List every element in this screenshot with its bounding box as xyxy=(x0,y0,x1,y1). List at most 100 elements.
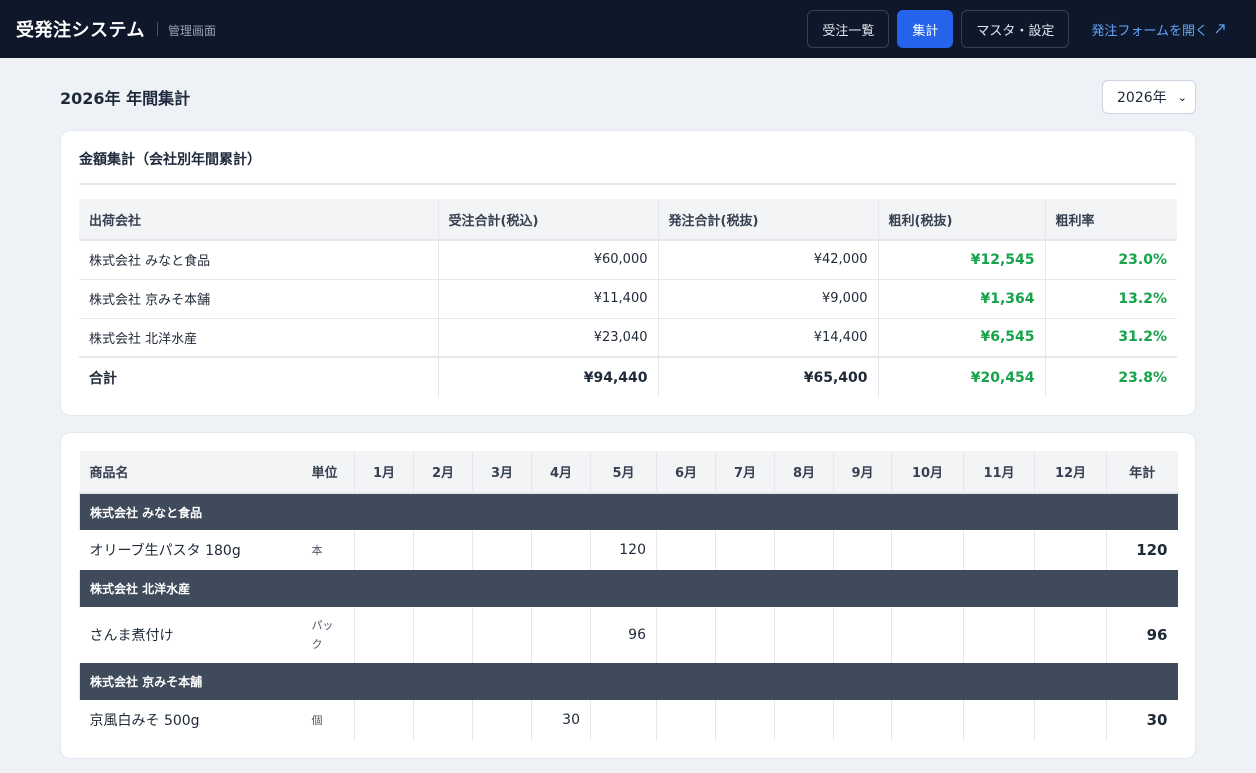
col-header-company: 出荷会社 xyxy=(79,199,438,241)
table-row: オリーブ生パスタ 180g 本 120 120 xyxy=(80,530,1178,570)
total-row: 合計 ¥94,440 ¥65,400 ¥20,454 23.8% xyxy=(79,356,1177,397)
month-quantity-cell xyxy=(354,607,414,663)
table-row: 株式会社 みなと食品 ¥60,000 ¥42,000 ¥12,545 23.0% xyxy=(79,240,1177,280)
app-title: 受発注システム xyxy=(16,20,145,41)
chevron-down-icon: ⌄ xyxy=(1177,90,1187,104)
month-quantity-cell xyxy=(656,700,716,740)
year-total-cell: 120 xyxy=(1106,530,1178,570)
order-form-link[interactable]: 発注フォームを開く xyxy=(1091,20,1226,39)
app-subtitle: 管理画面 xyxy=(167,23,216,38)
month-quantity-cell xyxy=(1034,530,1107,570)
month-quantity-cell xyxy=(413,700,473,740)
month-quantity-cell xyxy=(774,700,834,740)
product-name-cell: 京風白みそ 500g xyxy=(89,713,200,729)
year-total-cell: 30 xyxy=(1106,700,1178,740)
company-group-label: 株式会社 北洋水産 xyxy=(79,570,1178,607)
company-group-row: 株式会社 京みそ本舗 xyxy=(79,663,1178,700)
col-header-month: 12月 xyxy=(1034,451,1107,494)
month-quantity-cell xyxy=(472,700,532,740)
month-quantity-cell: 30 xyxy=(531,700,591,740)
page-title: 2026年 年間集計 xyxy=(60,89,191,108)
col-header-profit: 粗利(税抜) xyxy=(877,199,1045,241)
col-header-sales: 受注合計(税込) xyxy=(437,199,658,241)
company-cell: 株式会社 京みそ本舗 xyxy=(79,279,438,319)
profit-cell: ¥12,545 xyxy=(877,240,1045,280)
month-quantity-cell xyxy=(963,530,1035,570)
total-profit: ¥20,454 xyxy=(877,356,1045,397)
month-quantity-cell xyxy=(963,607,1035,663)
company-group-row: 株式会社 みなと食品 xyxy=(79,493,1178,530)
company-group-row: 株式会社 北洋水産 xyxy=(79,570,1178,607)
page-header: 2026年 年間集計 2026年 ⌄ xyxy=(60,80,1196,114)
sales-cell: ¥60,000 xyxy=(437,240,658,280)
table-header-row: 出荷会社 受注合計(税込) 発注合計(税抜) 粗利(税抜) 粗利率 xyxy=(79,199,1177,241)
purchase-cell: ¥42,000 xyxy=(657,240,878,280)
total-label: 合計 xyxy=(79,356,438,397)
nav-master-button[interactable]: マスタ・設定 xyxy=(961,10,1070,48)
month-quantity-cell xyxy=(891,700,964,740)
table-row: 株式会社 北洋水産 ¥23,040 ¥14,400 ¥6,545 31.2% xyxy=(79,318,1177,358)
month-quantity-cell xyxy=(774,607,834,663)
month-quantity-cell xyxy=(354,700,414,740)
col-header-month: 11月 xyxy=(963,451,1035,494)
month-quantity-cell xyxy=(656,530,716,570)
year-select-value: 2026年 xyxy=(1117,90,1167,106)
purchase-cell: ¥14,400 xyxy=(657,318,878,358)
year-select[interactable]: 2026年 ⌄ xyxy=(1102,80,1196,114)
main-content: 2026年 年間集計 2026年 ⌄ 金額集計（会社別年間累計） 出荷会社 受注… xyxy=(0,58,1256,759)
month-quantity-cell xyxy=(833,700,892,740)
col-header-year-total: 年計 xyxy=(1106,451,1178,494)
company-cell: 株式会社 みなと食品 xyxy=(79,240,438,280)
sales-cell: ¥11,400 xyxy=(437,279,658,319)
col-header-month: 5月 xyxy=(590,451,657,494)
margin-cell: 31.2% xyxy=(1044,318,1177,358)
month-quantity-cell xyxy=(531,607,591,663)
unit-cell: 本 xyxy=(311,543,323,557)
col-header-month: 7月 xyxy=(715,451,775,494)
unit-cell: 個 xyxy=(311,713,323,727)
month-quantity-cell xyxy=(656,607,716,663)
year-total-cell: 96 xyxy=(1106,607,1178,663)
month-quantity-cell xyxy=(413,607,473,663)
amount-summary-table: 出荷会社 受注合計(税込) 発注合計(税抜) 粗利(税抜) 粗利率 株式会社 み… xyxy=(79,199,1177,397)
col-header-product: 商品名 xyxy=(79,451,308,494)
main-nav: 受注一覧 集計 マスタ・設定 発注フォームを開く xyxy=(807,10,1240,48)
profit-cell: ¥6,545 xyxy=(877,318,1045,358)
external-link-icon xyxy=(1215,24,1225,34)
margin-cell: 13.2% xyxy=(1044,279,1177,319)
month-quantity-cell xyxy=(1034,700,1107,740)
col-header-month: 9月 xyxy=(833,451,892,494)
month-quantity-cell xyxy=(833,607,892,663)
month-quantity-cell xyxy=(472,530,532,570)
unit-cell: パック xyxy=(311,619,334,651)
total-sales: ¥94,440 xyxy=(437,356,658,397)
month-quantity-cell xyxy=(354,530,414,570)
purchase-cell: ¥9,000 xyxy=(657,279,878,319)
month-quantity-cell xyxy=(891,530,964,570)
product-name-cell: さんま煮付け xyxy=(89,628,174,644)
total-margin: 23.8% xyxy=(1044,356,1177,397)
col-header-margin: 粗利率 xyxy=(1044,199,1177,241)
amount-summary-title: 金額集計（会社別年間累計） xyxy=(79,149,1177,185)
month-quantity-cell xyxy=(715,700,775,740)
nav-summary-button[interactable]: 集計 xyxy=(897,10,954,48)
month-quantity-cell xyxy=(963,700,1035,740)
col-header-month: 10月 xyxy=(891,451,964,494)
month-quantity-cell xyxy=(590,700,657,740)
nav-orders-button[interactable]: 受注一覧 xyxy=(807,10,890,48)
order-form-link-label: 発注フォームを開く xyxy=(1091,23,1208,39)
col-header-month: 3月 xyxy=(472,451,532,494)
month-quantity-cell xyxy=(413,530,473,570)
profit-cell: ¥1,364 xyxy=(877,279,1045,319)
month-quantity-cell: 120 xyxy=(590,530,657,570)
table-row: 京風白みそ 500g 個 30 30 xyxy=(80,700,1178,740)
col-header-unit: 単位 xyxy=(307,451,355,494)
company-group-label: 株式会社 京みそ本舗 xyxy=(79,663,1178,700)
month-quantity-cell xyxy=(833,530,892,570)
col-header-month: 8月 xyxy=(774,451,834,494)
month-quantity-cell xyxy=(1034,607,1107,663)
amount-summary-card: 金額集計（会社別年間累計） 出荷会社 受注合計(税込) 発注合計(税抜) 粗利(… xyxy=(60,130,1196,416)
company-cell: 株式会社 北洋水産 xyxy=(79,318,438,358)
table-header-row: 商品名 単位 1月 2月 3月 4月 5月 6月 7月 8月 9月 10月 11月 12月 年計 xyxy=(79,451,1178,494)
top-navbar: 受発注システム 管理画面 受注一覧 集計 マスタ・設定 発注フォームを開く xyxy=(0,0,1256,58)
